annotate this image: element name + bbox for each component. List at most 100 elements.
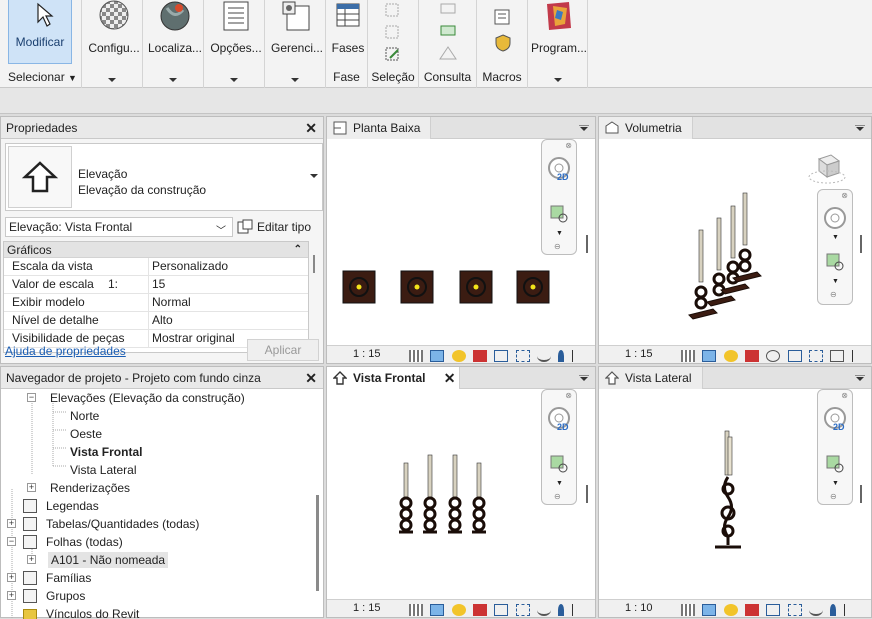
macro-manager-icon[interactable] <box>493 8 513 26</box>
crop-region-icon[interactable] <box>809 349 824 362</box>
detail-level-icon[interactable] <box>681 349 695 362</box>
expand-icon[interactable]: + <box>7 519 16 528</box>
view-scrollbar[interactable] <box>860 485 862 503</box>
chevron-down-icon[interactable] <box>310 174 318 178</box>
property-value[interactable]: Personalizado <box>148 258 294 275</box>
shadows-icon[interactable] <box>473 603 488 616</box>
crop-view-icon[interactable] <box>787 349 802 362</box>
collapse-icon[interactable]: ⊖ <box>830 492 837 501</box>
collapse-icon[interactable]: − <box>27 393 36 402</box>
detail-level-icon[interactable] <box>409 603 423 616</box>
phases-button[interactable]: Fases <box>328 0 368 55</box>
view-scale[interactable]: 1 : 10 <box>625 602 653 614</box>
sun-path-icon[interactable] <box>723 603 738 616</box>
property-value[interactable]: 15 <box>148 276 294 293</box>
chevron-down-icon[interactable] <box>291 78 299 82</box>
crop-region-icon[interactable] <box>787 603 802 616</box>
expand-icon[interactable]: + <box>27 483 36 492</box>
edit-type-button[interactable]: Editar tipo <box>237 216 311 238</box>
lock-view-icon[interactable] <box>830 349 845 362</box>
location-button[interactable]: Localiza... <box>146 0 204 55</box>
view-3d[interactable]: Volumetria ⊗ ▼ ▼ ⊖ 1 : 15 <box>598 116 872 364</box>
tree-node-north[interactable]: Norte <box>70 407 99 425</box>
tree-node-elevations[interactable]: − Elevações (Elevação da construção) <box>27 389 245 407</box>
view-scrollbar[interactable] <box>860 235 862 253</box>
navigation-bar[interactable]: ⊗ 2D ▼ ⊖ <box>817 389 853 505</box>
close-icon[interactable]: ⊗ <box>565 141 572 150</box>
view-menu-icon[interactable] <box>855 375 865 381</box>
manage-button[interactable]: Gerenci... <box>268 0 326 55</box>
visual-style-icon[interactable] <box>702 349 717 362</box>
visual-style-icon[interactable] <box>430 603 445 616</box>
close-icon[interactable]: ⊗ <box>565 391 572 400</box>
warnings-icon[interactable] <box>439 46 457 60</box>
collapse-icon[interactable]: ⊖ <box>554 492 561 501</box>
view-side-elevation[interactable]: Vista Lateral ⊗ 2D ▼ ⊖ 1 : 10 <box>598 366 872 618</box>
chevron-down-icon[interactable]: ▼ <box>556 230 563 237</box>
tree-node-sheets[interactable]: − Folhas (todas) <box>7 533 123 551</box>
tree-node-renderings[interactable]: + Renderizações <box>27 479 130 497</box>
tab-3d[interactable]: Volumetria <box>599 117 693 139</box>
detail-level-icon[interactable] <box>409 349 423 362</box>
more-controls-icon[interactable] <box>851 349 856 362</box>
sun-path-icon[interactable] <box>723 349 738 362</box>
crop-region-icon[interactable] <box>515 603 530 616</box>
view-menu-icon[interactable] <box>855 125 865 131</box>
tree-node-west[interactable]: Oeste <box>70 425 102 443</box>
chevron-down-icon[interactable]: ▼ <box>832 480 839 487</box>
shadows-icon[interactable] <box>745 603 760 616</box>
select-save-icon[interactable] <box>384 2 402 18</box>
sun-path-icon[interactable] <box>451 349 466 362</box>
visual-style-icon[interactable] <box>430 349 445 362</box>
tree-node-schedules[interactable]: + Tabelas/Quantidades (todas) <box>7 515 199 533</box>
properties-scrollbar[interactable] <box>309 241 319 353</box>
macro-security-icon[interactable] <box>493 34 513 52</box>
tree-node-revit-links[interactable]: Vínculos do Revit <box>23 605 139 619</box>
crop-view-icon[interactable] <box>766 603 781 616</box>
more-controls-icon[interactable] <box>843 603 848 616</box>
detail-level-icon[interactable] <box>681 603 695 616</box>
chevron-down-icon[interactable]: ▼ <box>832 234 839 241</box>
shadows-icon[interactable] <box>473 349 488 362</box>
collapse-icon[interactable]: ⊖ <box>830 290 837 299</box>
tree-node-legends[interactable]: Legendas <box>23 497 99 515</box>
modify-button[interactable]: Modificar <box>8 0 72 64</box>
property-row[interactable]: Escala da vista Personalizado <box>4 258 308 276</box>
view-scale[interactable]: 1 : 15 <box>353 348 381 360</box>
reveal-hidden-icon[interactable] <box>830 603 837 616</box>
tab-floor-plan[interactable]: Planta Baixa <box>327 117 432 139</box>
project-browser-scrollbar[interactable] <box>316 495 319 591</box>
view-instance-selector[interactable]: Elevação: Vista Frontal ﹀ <box>5 217 233 237</box>
view-scrollbar[interactable] <box>586 235 588 253</box>
apply-button[interactable]: Aplicar <box>247 339 319 361</box>
visual-style-icon[interactable] <box>702 603 717 616</box>
temp-hide-icon[interactable] <box>809 604 824 616</box>
tab-side-view[interactable]: Vista Lateral <box>599 367 703 389</box>
close-icon[interactable]: ✕ <box>305 117 317 139</box>
options-button[interactable]: Opções... <box>207 0 265 55</box>
chevron-down-icon[interactable] <box>108 78 116 82</box>
program-button[interactable]: Program... <box>530 0 588 55</box>
more-controls-icon[interactable] <box>571 349 576 362</box>
tree-node-front-view[interactable]: Vista Frontal <box>70 443 142 461</box>
collapse-icon[interactable]: − <box>7 537 16 546</box>
close-icon[interactable]: ⊗ <box>841 391 848 400</box>
property-value[interactable]: Normal <box>148 294 294 311</box>
close-icon[interactable]: ✕ <box>444 367 456 389</box>
settings-button[interactable]: Configu... <box>86 0 142 55</box>
close-icon[interactable]: ⊗ <box>841 191 848 200</box>
reveal-hidden-icon[interactable] <box>558 349 565 362</box>
crop-region-icon[interactable] <box>515 349 530 362</box>
navigation-bar[interactable]: ⊗ 2D ▼ ⊖ <box>541 139 577 255</box>
temp-hide-icon[interactable] <box>537 350 552 362</box>
temp-hide-icon[interactable] <box>537 604 552 616</box>
property-row[interactable]: Valor de escala 1: 15 <box>4 276 308 294</box>
view-floor-plan[interactable]: Planta Baixa ⊗ 2D ▼ ⊖ 1 : 15 <box>326 116 596 364</box>
shadows-icon[interactable] <box>745 349 760 362</box>
tree-node-groups[interactable]: + Grupos <box>7 587 85 605</box>
select-group-dropdown[interactable]: Selecionar ▼ <box>0 70 81 84</box>
chevron-down-icon[interactable]: ▼ <box>832 278 839 285</box>
crop-view-icon[interactable] <box>494 349 509 362</box>
tree-node-families[interactable]: + Famílias <box>7 569 91 587</box>
view-scale[interactable]: 1 : 15 <box>353 602 381 614</box>
